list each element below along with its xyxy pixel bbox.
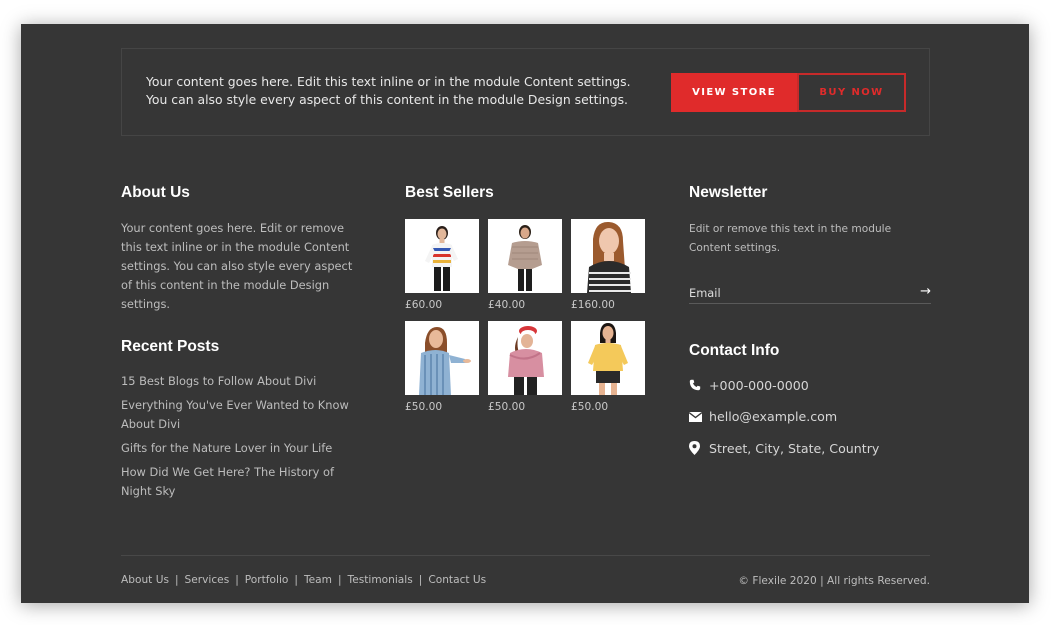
product-item[interactable]: £40.00: [488, 219, 562, 311]
footer-link-portfolio[interactable]: Portfolio: [245, 574, 289, 586]
about-text: Your content goes here. Edit or remove t…: [121, 221, 353, 311]
recent-posts-title: Recent Posts: [121, 338, 220, 355]
product-image[interactable]: [488, 321, 562, 395]
footer-separator: |: [294, 574, 298, 586]
recent-posts-list: 15 Best Blogs to Follow About Divi Every…: [121, 372, 371, 501]
newsletter-text: Edit or remove this text in the module C…: [689, 223, 892, 254]
best-sellers-column: Best Sellers £60.00 £40.00 £160.00 £50.0…: [405, 184, 655, 413]
footer-separator: |: [337, 574, 342, 586]
about-column: About Us Your content goes here. Edit or…: [121, 184, 371, 506]
product-price: £50.00: [405, 401, 443, 413]
product-image[interactable]: [405, 321, 479, 395]
footer-divider: [121, 555, 930, 556]
recent-post-link[interactable]: How Did We Get Here? The History of Nigh…: [121, 463, 361, 501]
product-image[interactable]: [488, 219, 562, 293]
footer-nav: About Us | Services | Portfolio | Team |…: [121, 574, 486, 586]
recent-post-link[interactable]: 15 Best Blogs to Follow About Divi: [121, 372, 361, 391]
contact-address-text: Street, City, State, Country: [709, 440, 880, 456]
product-image[interactable]: [405, 219, 479, 293]
footer-link-team[interactable]: Team: [304, 574, 332, 586]
contact-email: hello@example.com: [689, 407, 931, 427]
footer-link-services[interactable]: Services: [185, 574, 230, 586]
product-price: £40.00: [488, 299, 526, 311]
phone-icon: [689, 379, 709, 391]
email-input[interactable]: [689, 283, 899, 303]
newsletter-form: →: [689, 282, 931, 304]
cta-box: Your content goes here. Edit this text i…: [121, 48, 930, 136]
contact-phone-text: +000-000-0000: [709, 377, 809, 393]
footer-separator: |: [174, 574, 179, 586]
contact-email-text: hello@example.com: [709, 409, 838, 424]
product-price: £50.00: [488, 401, 526, 413]
footer-link-about[interactable]: About Us: [121, 574, 169, 586]
newsletter-title: Newsletter: [689, 184, 768, 201]
newsletter-column: Newsletter Edit or remove this text in t…: [689, 184, 931, 470]
cta-line-2: You can also style every aspect of this …: [146, 92, 628, 107]
product-image[interactable]: [571, 321, 645, 395]
footer-panel: Your content goes here. Edit this text i…: [21, 24, 1029, 603]
product-item[interactable]: £50.00: [405, 321, 479, 413]
location-pin-icon: [689, 441, 709, 455]
submit-arrow-icon[interactable]: →: [920, 284, 931, 299]
footer-link-contact[interactable]: Contact Us: [428, 574, 486, 586]
footer-link-testimonials[interactable]: Testimonials: [348, 574, 413, 586]
recent-post-link[interactable]: Everything You've Ever Wanted to Know Ab…: [121, 396, 361, 434]
product-item[interactable]: £50.00: [488, 321, 562, 413]
about-title: About Us: [121, 184, 190, 201]
product-item[interactable]: £60.00: [405, 219, 479, 311]
footer-separator: |: [235, 574, 239, 586]
product-item[interactable]: £50.00: [571, 321, 645, 413]
envelope-icon: [689, 411, 709, 422]
footer-separator: |: [418, 574, 423, 586]
cta-line-1: Your content goes here. Edit this text i…: [146, 74, 631, 89]
copyright-text: © Flexile 2020 | All rights Reserved.: [738, 575, 930, 587]
cta-text: Your content goes here. Edit this text i…: [146, 73, 646, 109]
product-image[interactable]: [571, 219, 645, 293]
contact-phone: +000-000-0000: [689, 375, 931, 395]
best-sellers-title: Best Sellers: [405, 184, 494, 201]
product-price: £60.00: [405, 299, 443, 311]
contact-list: +000-000-0000 hello@example.com Street, …: [689, 375, 931, 458]
product-price: £50.00: [571, 401, 609, 413]
recent-post-link[interactable]: Gifts for the Nature Lover in Your Life: [121, 439, 361, 458]
view-store-button[interactable]: VIEW STORE: [671, 73, 797, 112]
buy-now-button[interactable]: BUY NOW: [797, 73, 906, 112]
product-item[interactable]: £160.00: [571, 219, 645, 311]
contact-address: Street, City, State, Country: [689, 438, 931, 458]
contact-info-title: Contact Info: [689, 342, 780, 359]
product-price: £160.00: [571, 299, 615, 311]
product-grid: £60.00 £40.00 £160.00 £50.00 £50.00 £50.…: [405, 219, 655, 413]
